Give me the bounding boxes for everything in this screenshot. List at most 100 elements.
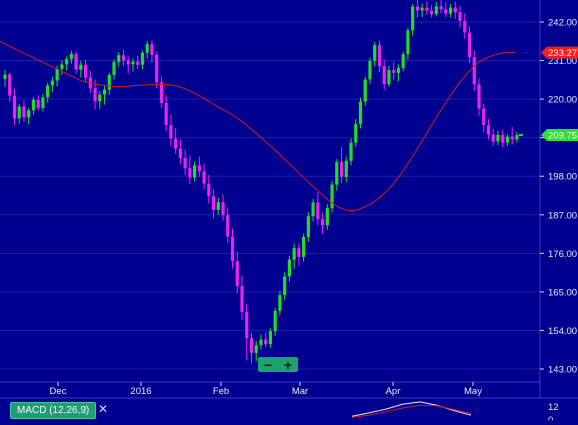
candle-body (363, 79, 367, 102)
candle-body (3, 74, 7, 79)
candle-body (430, 10, 434, 14)
candle-body (486, 125, 491, 135)
candle-body (339, 161, 344, 177)
price-tick-label: 143.00 (548, 365, 577, 376)
candle-body (107, 74, 111, 90)
price-tick-label: 220.00 (548, 95, 577, 106)
time-tick-label: Mar (292, 386, 308, 397)
candle-body (145, 44, 149, 53)
candle-body (22, 106, 26, 118)
candle-body (235, 261, 239, 286)
candle-body (254, 345, 258, 353)
candle-body (74, 53, 78, 70)
candle-body (325, 208, 329, 226)
candle-body (330, 184, 334, 209)
candle-body (46, 85, 50, 98)
candle-body (505, 136, 510, 143)
candle-body (477, 84, 481, 109)
candle-body (41, 97, 45, 108)
candle-body (358, 101, 363, 124)
candle-body (55, 68, 59, 81)
zoom-in-button[interactable]: + (284, 358, 292, 372)
candle-body (102, 89, 107, 95)
candle-body (131, 61, 135, 65)
candle-body (501, 134, 505, 143)
candle-body (406, 30, 410, 55)
candle-body (169, 125, 173, 139)
price-tag-label: 209.75 (548, 131, 577, 142)
candle-body (411, 6, 415, 31)
candle-body (335, 161, 339, 185)
candle-body (373, 45, 377, 61)
candle-body (458, 12, 462, 21)
candle-body (245, 311, 249, 339)
move-up-icon[interactable]: ↑ (82, 401, 88, 417)
candle-body (60, 64, 64, 69)
candle-body (320, 218, 325, 226)
price-tick-label: 187.00 (548, 210, 577, 221)
candle-body (112, 61, 116, 75)
candle-body (193, 165, 197, 178)
macd-tick-label: 0 (548, 415, 553, 420)
candle-body (316, 202, 320, 219)
candle-body (467, 32, 472, 58)
candle-body (207, 183, 211, 197)
candle-body (387, 70, 391, 85)
close-icon[interactable]: ✕ (98, 401, 108, 417)
candle-body (249, 338, 254, 353)
candle-body (349, 142, 353, 161)
candle-body (444, 9, 448, 14)
candle-body (377, 45, 382, 67)
time-tick-label: Dec (50, 386, 67, 397)
candle-body (221, 202, 225, 216)
candle-body (259, 339, 263, 346)
price-tick-label: 154.00 (548, 326, 577, 337)
candle-body (183, 157, 187, 169)
price-tick-label: 242.00 (548, 18, 577, 29)
price-tick-label: 176.00 (548, 249, 577, 260)
stock-chart-widget: 242.00231.00220.00209.00198.00187.00176.… (0, 0, 578, 425)
candle-body (140, 52, 145, 65)
candle-body (93, 88, 97, 102)
candle-body (354, 123, 358, 143)
candle-body (159, 82, 164, 103)
time-tick-label: 2016 (130, 386, 151, 397)
candle-body (188, 168, 192, 178)
candle-body (453, 7, 457, 13)
candle-body (27, 110, 31, 118)
candle-body (515, 135, 519, 140)
candle-body (65, 59, 69, 65)
candle-body (164, 102, 168, 126)
zoom-out-button[interactable]: − (264, 358, 272, 372)
time-tick-label: Feb (213, 386, 229, 397)
candle-body (448, 7, 453, 14)
candle-body (463, 20, 467, 33)
zoom-controls: − + (258, 357, 298, 372)
candle-body (496, 134, 500, 142)
candle-body (344, 160, 348, 177)
candle-body (425, 7, 429, 11)
candle-body (491, 134, 495, 142)
candle-body (36, 99, 40, 108)
candle-body (278, 295, 282, 311)
candle-body (150, 44, 154, 55)
candle-body (69, 53, 73, 60)
candle-body (79, 64, 83, 70)
candle-body (230, 236, 235, 262)
price-tick-label: 198.00 (548, 172, 577, 183)
macd-tick-label: 12 (548, 402, 559, 413)
candle-body (482, 108, 486, 126)
candle-body (368, 60, 372, 80)
last-price-marker (518, 134, 523, 137)
candle-body (50, 80, 54, 86)
candle-body (117, 55, 121, 62)
candle-body (17, 106, 21, 119)
price-tick-label: 165.00 (548, 287, 577, 298)
candle-body (126, 60, 130, 65)
candle-body (178, 148, 182, 158)
candle-body (434, 6, 438, 14)
candle-body (174, 138, 178, 149)
candle-body (382, 66, 386, 85)
candle-body (136, 61, 140, 65)
candle-body (98, 94, 102, 102)
